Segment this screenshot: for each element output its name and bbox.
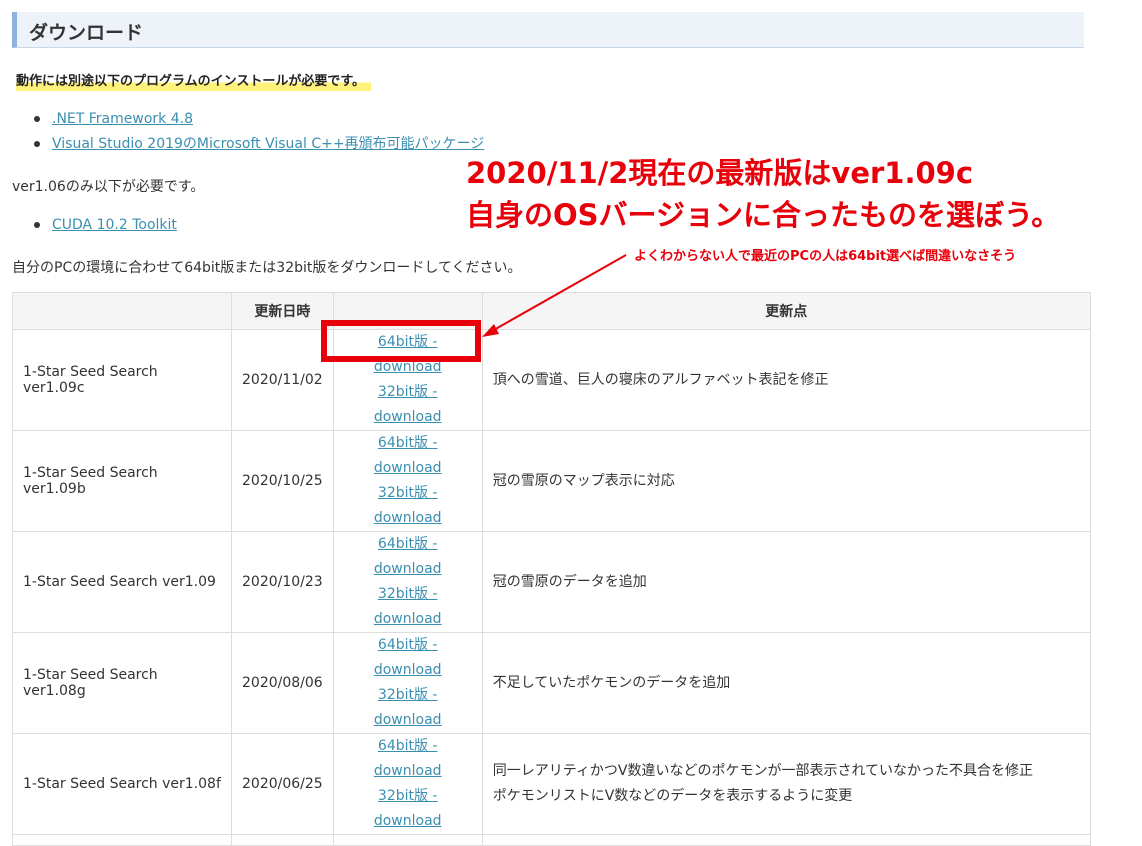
- download-instruction: 自分のPCの環境に合わせて64bit版または32bit版をダウンロードしてくださ…: [12, 260, 522, 276]
- table-row: 1-Star Seed Search ver1.08f 2020/06/25 6…: [12, 733, 1091, 835]
- download-64bit-link[interactable]: 64bit版 - download: [374, 536, 442, 577]
- download-32bit-link[interactable]: 32bit版 - download: [374, 485, 442, 526]
- annotation-choose-os: 自身のOSバージョンに合ったものを選ぼう。: [466, 198, 1061, 232]
- download-cell: 64bit版 - download 32bit版 - download: [332, 632, 483, 734]
- highlight-box: [321, 320, 481, 362]
- download-cell: 64bit版 - download 32bit版 - download: [332, 430, 483, 532]
- table-row: 1-Star Seed Search ver1.09c 2020/11/02 6…: [12, 329, 1091, 431]
- update-date: 2020/10/23: [231, 531, 334, 633]
- cuda-list: CUDA 10.2 Toolkit: [30, 215, 177, 240]
- change-note: 不足していたポケモンのデータを追加: [492, 674, 731, 691]
- change-notes: 冠の雪原のデータを追加: [481, 531, 1091, 633]
- annotation-64bit-tip: よくわからない人で最近のPCの人は64bit選べば間違いなさそう: [634, 249, 1017, 264]
- download-32bit-link[interactable]: 32bit版 - download: [374, 384, 442, 425]
- cuda-note: ver1.06のみ以下が必要です。: [12, 179, 205, 195]
- table-row: 1-Star Seed Search ver1.08g 2020/08/06 6…: [12, 632, 1091, 734]
- header-date: 更新日時: [231, 292, 334, 330]
- version-name: 1-Star Seed Search ver1.09: [12, 531, 232, 633]
- update-date: 2020/06/25: [231, 733, 334, 835]
- header-changes: 更新点: [481, 292, 1091, 330]
- change-note: 冠の雪原のマップ表示に対応: [492, 472, 675, 489]
- change-notes: 冠の雪原のマップ表示に対応: [481, 430, 1091, 532]
- vcpp-redist-link[interactable]: Visual Studio 2019のMicrosoft Visual C++再…: [52, 136, 484, 152]
- change-note: 同一レアリティかつV数違いなどのポケモンが一部表示されていなかった不具合を修正: [492, 763, 1034, 779]
- version-name: 1-Star Seed Search ver1.08f: [12, 733, 232, 835]
- dotnet-framework-link[interactable]: .NET Framework 4.8: [52, 111, 193, 127]
- download-cell: 64bit版 - download 32bit版 - download: [332, 531, 483, 633]
- download-32bit-link[interactable]: 32bit版 - download: [374, 788, 442, 829]
- section-header: ダウンロード: [12, 12, 1084, 48]
- list-item: CUDA 10.2 Toolkit: [30, 215, 177, 240]
- update-date: 2020/10/25: [231, 430, 334, 532]
- change-notes: 不足していたポケモンのデータを追加: [481, 632, 1091, 734]
- change-note: 冠の雪原のデータを追加: [492, 573, 647, 590]
- download-table: 更新日時 更新点 1-Star Seed Search ver1.09c 202…: [12, 292, 1091, 846]
- download-64bit-link[interactable]: 64bit版 - download: [374, 738, 442, 779]
- table-row: 1-Star Seed Search ver1.09b 2020/10/25 6…: [12, 430, 1091, 532]
- change-notes: 同一レアリティかつV数違いなどのポケモンが一部表示されていなかった不具合を修正 …: [481, 733, 1091, 835]
- download-64bit-link[interactable]: 64bit版 - download: [374, 637, 442, 678]
- version-name: 1-Star Seed Search ver1.08g: [12, 632, 232, 734]
- download-32bit-link[interactable]: 32bit版 - download: [374, 687, 442, 728]
- section-title: ダウンロード: [29, 22, 144, 44]
- change-note: 頂への雪道、巨人の寝床のアルファベット表記を修正: [492, 371, 829, 388]
- table-row-partial: [12, 834, 1091, 846]
- header-name: [12, 292, 232, 330]
- table-header-row: 更新日時 更新点: [12, 292, 1091, 330]
- version-name: 1-Star Seed Search ver1.09b: [12, 430, 232, 532]
- table-row: 1-Star Seed Search ver1.09 2020/10/23 64…: [12, 531, 1091, 633]
- download-64bit-link[interactable]: 64bit版 - download: [374, 435, 442, 476]
- cuda-toolkit-link[interactable]: CUDA 10.2 Toolkit: [52, 217, 177, 233]
- required-programs-list: .NET Framework 4.8 Visual Studio 2019のMi…: [30, 109, 484, 159]
- change-notes: 頂への雪道、巨人の寝床のアルファベット表記を修正: [481, 329, 1091, 431]
- annotation-latest-version: 2020/11/2現在の最新版はver1.09c: [466, 156, 974, 190]
- update-date: 2020/11/02: [231, 329, 334, 431]
- download-32bit-link[interactable]: 32bit版 - download: [374, 586, 442, 627]
- list-item: Visual Studio 2019のMicrosoft Visual C++再…: [30, 134, 484, 159]
- list-item: .NET Framework 4.8: [30, 109, 484, 134]
- requirement-note: 動作には別途以下のプログラムのインストールが必要です。: [16, 70, 372, 91]
- version-name: 1-Star Seed Search ver1.09c: [12, 329, 232, 431]
- download-cell: 64bit版 - download 32bit版 - download: [332, 733, 483, 835]
- change-note: ポケモンリストにV数などのデータを表示するように変更: [492, 788, 853, 804]
- update-date: 2020/08/06: [231, 632, 334, 734]
